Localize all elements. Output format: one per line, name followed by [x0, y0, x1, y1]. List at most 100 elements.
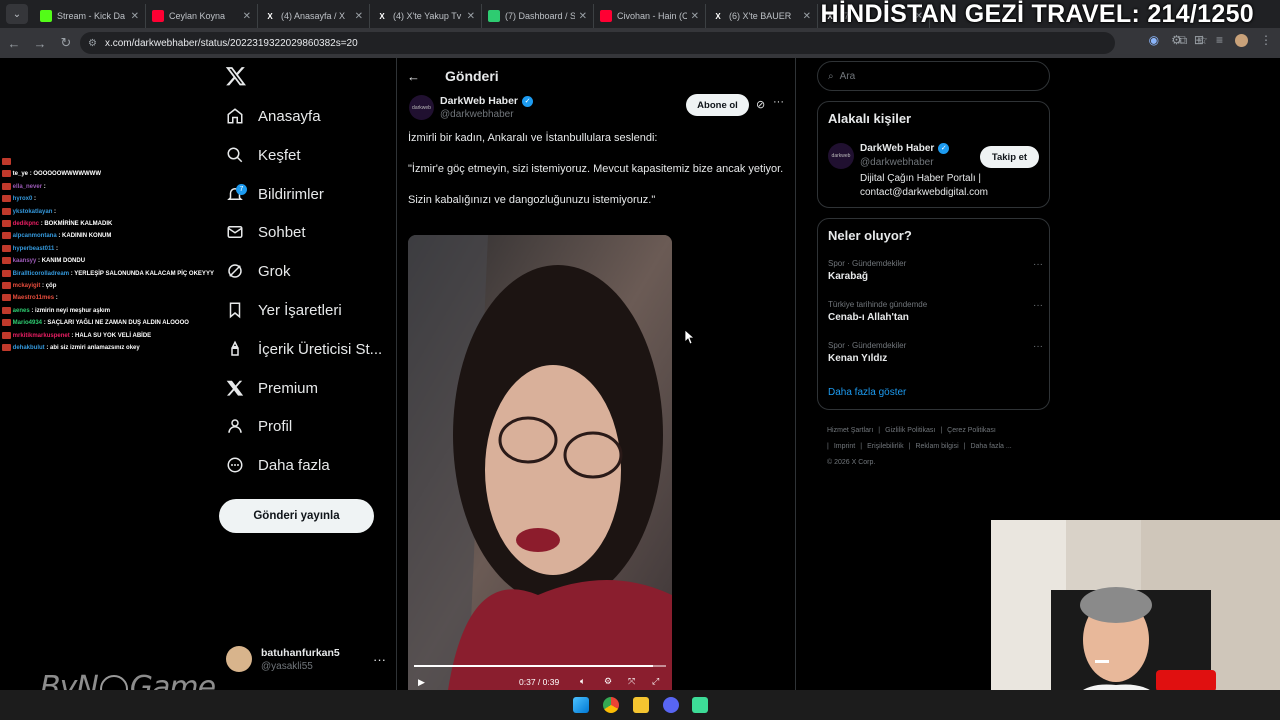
close-tab-icon[interactable]: ✕: [243, 11, 251, 22]
site-info-icon[interactable]: ⚙: [88, 38, 97, 49]
tab-title: (4) Anasayfa / X: [281, 11, 346, 21]
post-author-row: darkweb DarkWeb Haber ✓ @darkwebhaber Abo…: [408, 94, 788, 124]
chat-text: :: [54, 208, 57, 215]
related-people-card: Alakalı kişiler darkweb DarkWeb Haber ✓ @…: [817, 101, 1050, 208]
follow-button[interactable]: Takip et: [980, 146, 1039, 168]
footer-separator: |: [827, 443, 829, 450]
forward-icon[interactable]: →: [28, 31, 52, 55]
browser-tab[interactable]: Ceylan Koyna ✕: [146, 4, 258, 28]
browser-tab[interactable]: X (4) Anasayfa / X ✕: [258, 4, 370, 28]
browser-tab[interactable]: X (6) X'te BAUER ✕: [706, 4, 818, 28]
file-explorer-icon[interactable]: [633, 697, 649, 713]
close-tab-icon[interactable]: ✕: [131, 11, 139, 22]
chat-username: dehakbulut: [12, 345, 45, 352]
chat-badge-icon: [2, 257, 11, 265]
chat-text: : çöp: [42, 283, 57, 290]
tab-search-button[interactable]: ⌄: [6, 4, 28, 24]
chat-badge-icon: [2, 170, 11, 178]
post-more-icon[interactable]: ···: [773, 96, 784, 108]
chrome-icon[interactable]: [603, 697, 619, 713]
mouse-cursor-icon: [685, 330, 695, 344]
close-tab-icon[interactable]: ✕: [467, 11, 475, 22]
footer-link[interactable]: Erişilebilirlik: [867, 443, 904, 450]
trend-more-icon[interactable]: ···: [1033, 300, 1043, 311]
playlist-icon[interactable]: ≡: [1216, 33, 1223, 47]
footer-link[interactable]: Daha fazla ...: [970, 443, 1011, 450]
settings-icon[interactable]: ⚙: [604, 676, 612, 687]
related-name[interactable]: DarkWeb Haber ✓: [860, 143, 950, 154]
trend-more-icon[interactable]: ···: [1033, 341, 1043, 352]
nav-item[interactable]: Profil: [225, 409, 292, 443]
related-handle[interactable]: @darkwebhaber: [860, 157, 934, 168]
trend-item[interactable]: Spor · Gündemdekiler Karabağ ···: [828, 259, 1043, 282]
back-icon[interactable]: ←: [2, 31, 26, 55]
nav-item[interactable]: Premium: [225, 371, 318, 405]
footer-link[interactable]: Çerez Politikası: [947, 427, 996, 434]
profile-avatar-icon[interactable]: [1235, 33, 1248, 47]
related-avatar[interactable]: darkweb: [828, 143, 854, 169]
volume-icon[interactable]: 🔈︎: [580, 676, 585, 687]
close-tab-icon[interactable]: ✕: [579, 11, 587, 22]
nav-item[interactable]: Anasayfa: [225, 99, 321, 133]
x-icon: X: [379, 11, 385, 21]
nav-item[interactable]: İçerik Üreticisi St...: [225, 332, 382, 366]
page-title: Gönderi: [445, 68, 499, 84]
trend-item[interactable]: Türkiye tarihinde gündemde Cenab-ı Allah'…: [828, 300, 1043, 323]
close-tab-icon[interactable]: ✕: [355, 11, 363, 22]
play-icon[interactable]: ▶: [418, 677, 425, 688]
url-input[interactable]: ⚙ x.com/darkwebhaber/status/202231932202…: [80, 32, 1115, 54]
bookmark-icon: [225, 300, 245, 320]
x-logo-icon[interactable]: [225, 65, 247, 87]
fullscreen-icon[interactable]: ⤢: [652, 676, 659, 687]
post-button[interactable]: Gönderi yayınla: [219, 499, 374, 533]
chat-username: Mario4934: [12, 320, 43, 327]
app-icon[interactable]: [692, 697, 708, 713]
subscribe-button[interactable]: Abone ol: [686, 94, 749, 116]
author-name[interactable]: DarkWeb Haber ✓: [440, 95, 534, 107]
author-handle[interactable]: @darkwebhaber: [440, 109, 514, 120]
captions-icon[interactable]: ⤧: [628, 676, 635, 687]
grok-icon[interactable]: ⊘: [756, 98, 765, 111]
post-video[interactable]: ▶ 0:37 / 0:39 🔈︎ ⚙ ⤧ ⤢: [408, 235, 672, 690]
trend-context: Türkiye tarihinde gündemde: [828, 300, 928, 309]
account-more-icon[interactable]: ···: [373, 652, 386, 667]
footer-link[interactable]: Imprint: [834, 443, 855, 450]
browser-tab[interactable]: (7) Dashboard / S ✕: [482, 4, 594, 28]
browser-tab[interactable]: X (4) X'te Yakup Tv ✕: [370, 4, 482, 28]
nav-item[interactable]: Yer İşaretleri: [225, 293, 342, 327]
search-input[interactable]: ⌕ Ara: [817, 61, 1050, 91]
extension-icon[interactable]: ⚙: [1171, 33, 1182, 47]
footer-link[interactable]: Hizmet Şartları: [827, 427, 873, 434]
trend-item[interactable]: Spor · Gündemdekiler Kenan Yıldız ···: [828, 341, 1043, 364]
start-menu-icon[interactable]: [573, 697, 589, 713]
audio-icon[interactable]: ◉: [1149, 33, 1159, 47]
footer-link[interactable]: Gizlilik Politikası: [885, 427, 935, 434]
reload-icon[interactable]: ↻: [54, 31, 78, 55]
author-avatar[interactable]: darkweb: [409, 95, 434, 120]
video-progress-bar[interactable]: [414, 665, 666, 667]
discord-icon[interactable]: [663, 697, 679, 713]
nav-item[interactable]: Sohbet: [225, 215, 306, 249]
nav-item[interactable]: Keşfet: [225, 138, 301, 172]
account-switcher[interactable]: batuhanfurkan5 @yasakli55 ···: [226, 642, 386, 676]
chat-text: :: [34, 196, 37, 203]
footer-link[interactable]: © 2026 X Corp.: [827, 459, 875, 466]
back-arrow-icon[interactable]: ←: [407, 69, 427, 84]
trend-name: Karabağ: [828, 271, 869, 282]
nav-item[interactable]: Daha fazla: [225, 448, 330, 482]
browser-tab[interactable]: Civohan - Hain (C ✕: [594, 4, 706, 28]
puzzle-icon[interactable]: ⊞: [1194, 33, 1204, 47]
chat-message: dehakbulut : abi siz izmiri anlamazsınız…: [2, 342, 227, 354]
trend-more-icon[interactable]: ···: [1033, 259, 1043, 270]
close-tab-icon[interactable]: ✕: [691, 11, 699, 22]
tab-title: (6) X'te BAUER: [729, 11, 792, 21]
browser-tab[interactable]: Stream - Kick Da ✕: [34, 4, 146, 28]
nav-item[interactable]: Grok: [225, 254, 291, 288]
show-more-link[interactable]: Daha fazla göster: [828, 387, 906, 398]
nav-item-label: Daha fazla: [258, 456, 330, 474]
close-tab-icon[interactable]: ✕: [803, 11, 811, 22]
video-time: 0:37 / 0:39: [519, 677, 560, 687]
browser-menu-icon[interactable]: ⋮: [1260, 33, 1272, 47]
footer-link[interactable]: Reklam bilgisi: [915, 443, 958, 450]
trends-card: Neler oluyor? Spor · Gündemdekiler Karaba…: [817, 218, 1050, 410]
